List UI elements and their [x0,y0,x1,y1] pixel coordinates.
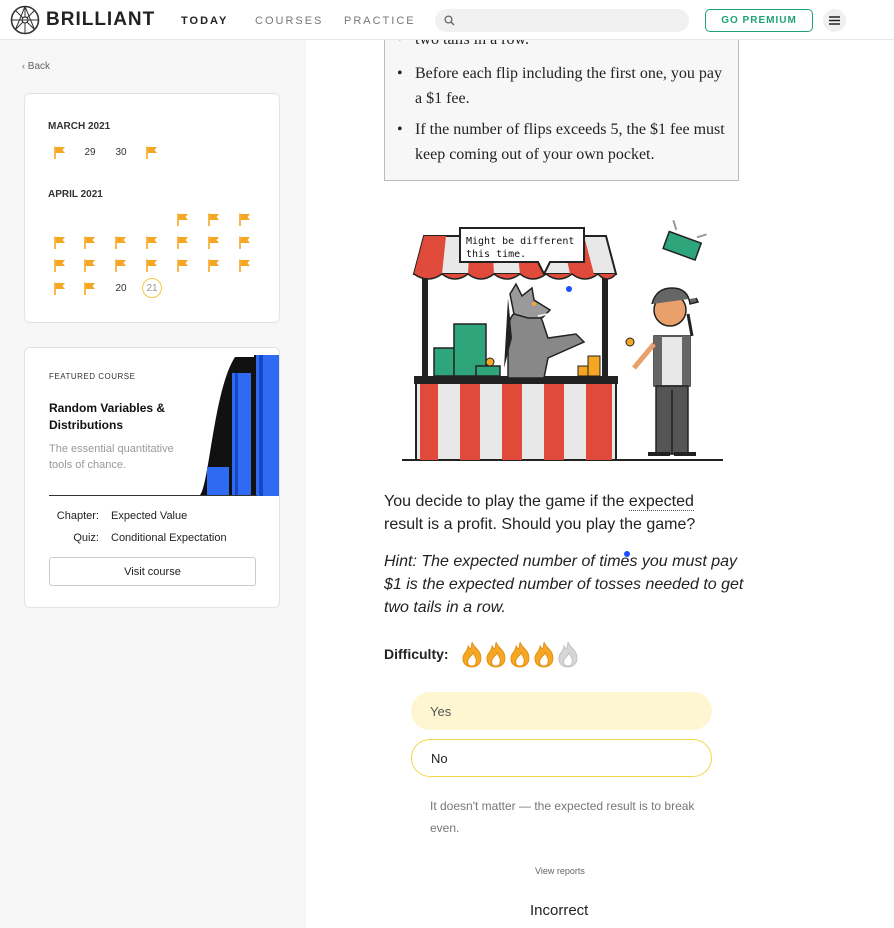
streak-flag-icon [204,232,224,252]
flame-filled-icon [510,641,530,668]
brilliant-logo-icon [10,5,40,35]
streak-flag-icon [50,278,70,298]
calendar-month-label: APRIL 2021 [48,189,103,200]
hamburger-menu-icon [829,16,840,25]
calendar-day-today[interactable]: 21 [142,278,162,298]
visit-course-button[interactable]: Visit course [49,557,256,586]
streak-flag-icon [235,232,255,252]
brand-name: BRILLIANT [46,9,156,30]
calendar-day[interactable]: 20 [111,278,131,298]
speech-bubble-line-1: Might be different [466,236,574,247]
nav-tab-practice[interactable]: PRACTICE [344,15,416,27]
nav-tab-today[interactable]: TODAY [181,15,228,27]
streak-flag-icon [173,209,193,229]
streak-flag-icon [204,255,224,275]
cursor-marker [624,551,630,557]
streak-flag-icon [173,255,193,275]
chapter-value: Expected Value [111,510,188,522]
rule-item: If the number of flips exceeds 5, the $1… [397,117,727,167]
difficulty-label: Difficulty: [384,646,449,662]
streak-flag-icon [173,232,193,252]
streak-flag-icon [235,255,255,275]
game-rules-box: two tails in a row. Before each flip inc… [384,20,739,181]
streak-flag-icon [80,232,100,252]
streak-flag-icon [111,232,131,252]
course-description: The essential quantitative tools of chan… [49,443,174,471]
chapter-key: Chapter: [56,510,99,522]
rule-item: Before each flip including the first one… [397,61,727,111]
answer-option-break-even[interactable]: It doesn't matter — the expected result … [430,795,700,839]
streak-flag-icon [142,142,162,162]
streak-flag-icon [111,255,131,275]
question-post: result is a profit. Should you play the … [384,516,696,533]
featured-course-card: FEATURED COURSE Random Variables & Distr… [24,347,280,608]
nav-tab-courses[interactable]: COURSES [255,15,323,27]
streak-flag-icon [204,209,224,229]
carnival-booth-illustration: Might be different this time. [402,219,723,461]
back-link[interactable]: ‹ Back [22,61,50,72]
top-navigation-bar: BRILLIANT TODAY COURSES PRACTICE GO PREM… [0,0,894,40]
search-bar[interactable] [435,9,689,32]
streak-flag-icon [50,142,70,162]
question-text: You decide to play the game if the expec… [384,490,724,536]
flame-filled-icon [486,641,506,668]
search-icon [444,15,455,26]
streak-flag-icon [235,209,255,229]
quiz-key: Quiz: [73,532,99,544]
search-input[interactable] [461,11,685,32]
quiz-value: Conditional Expectation [111,532,227,544]
hint-text: Hint: The expected number of times you m… [384,553,744,616]
calendar-day[interactable]: 29 [80,142,100,162]
difficulty-rating [462,641,578,668]
course-title[interactable]: Random Variables & Distributions [49,400,189,434]
view-reports-link[interactable]: View reports [535,866,585,876]
divider [49,495,257,496]
streak-flag-icon [142,255,162,275]
calendar-month-label: MARCH 2021 [48,121,111,132]
back-label: Back [27,61,51,72]
menu-button[interactable] [823,9,846,32]
course-illustration [199,355,279,496]
streak-flag-icon [50,255,70,275]
streak-calendar-card: MARCH 2021 29 30 APRIL 2021 20 21 [24,93,280,323]
calendar-day[interactable]: 30 [111,142,131,162]
streak-flag-icon [142,232,162,252]
flame-filled-icon [462,641,482,668]
answer-result-status: Incorrect [530,902,589,919]
answer-option-no[interactable]: No [411,739,712,777]
flame-filled-icon [534,641,554,668]
left-sidebar: ‹ Back MARCH 2021 29 30 APRIL 2021 20 21… [0,40,306,928]
chevron-left-icon: ‹ [22,61,25,71]
speech-bubble-line-2: this time. [466,249,526,260]
cursor-marker [566,286,572,292]
streak-flag-icon [80,255,100,275]
flame-empty-icon [558,641,578,668]
question-pre: You decide to play the game if the [384,493,629,510]
go-premium-button[interactable]: GO PREMIUM [705,9,813,32]
brand-logo[interactable]: BRILLIANT [10,5,155,35]
featured-course-label: FEATURED COURSE [49,372,136,381]
expected-keyword-link[interactable]: expected [628,493,694,511]
streak-flag-icon [80,278,100,298]
streak-flag-icon [50,232,70,252]
answer-option-yes[interactable]: Yes [411,692,712,730]
